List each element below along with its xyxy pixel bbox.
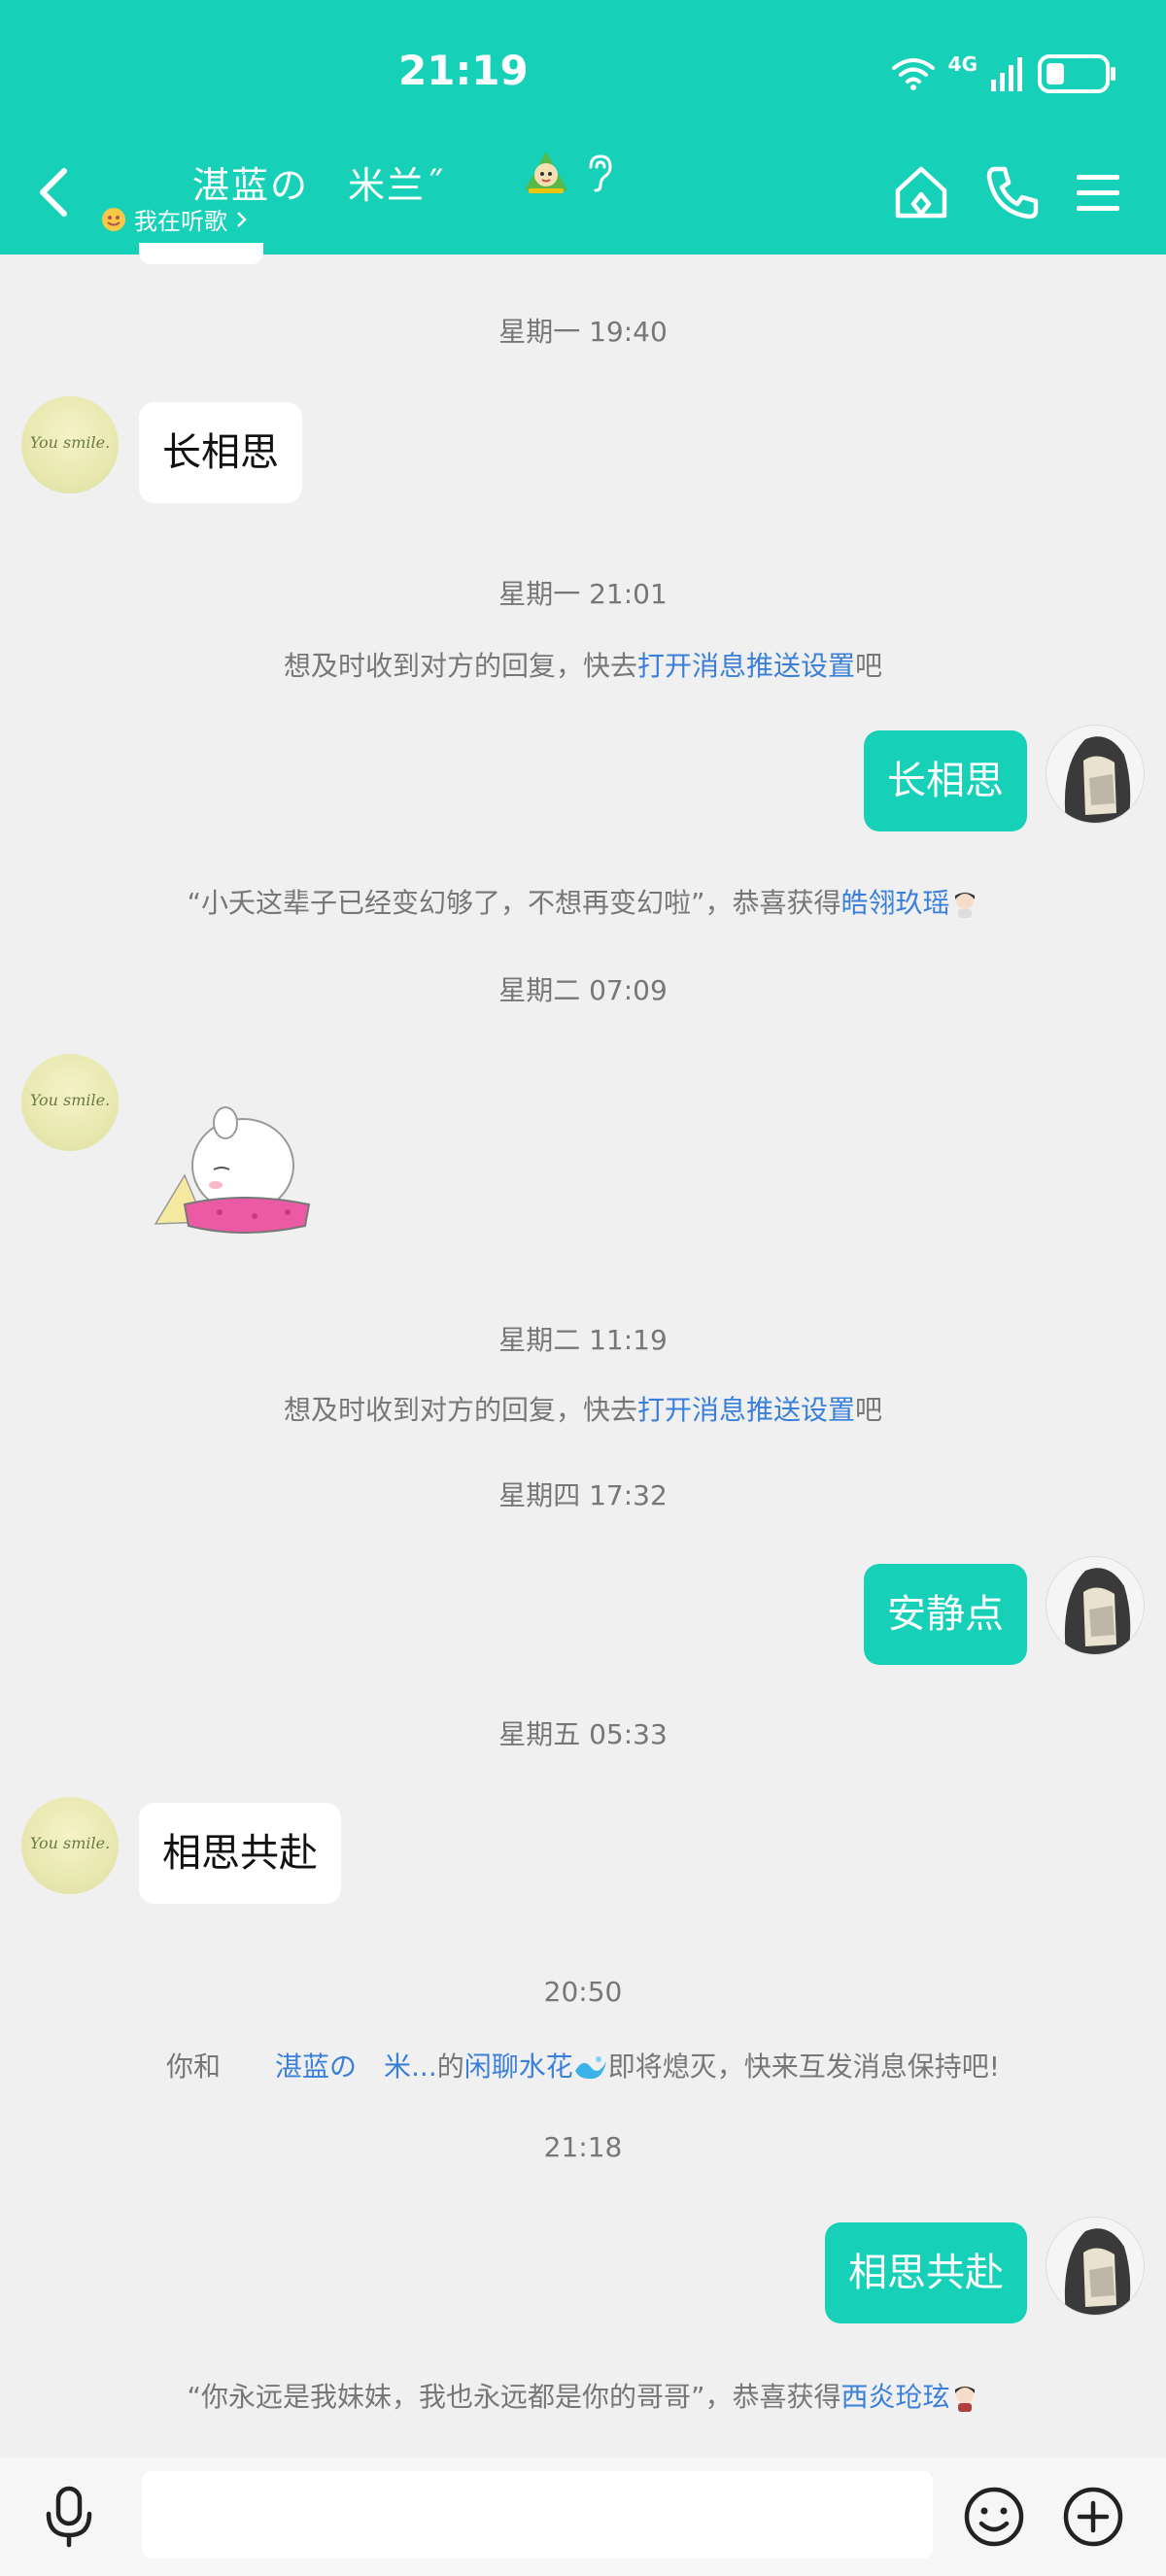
my-avatar[interactable] bbox=[1046, 725, 1145, 824]
message-bubble[interactable]: 长相思 bbox=[864, 730, 1027, 831]
input-bar bbox=[0, 2457, 1166, 2576]
push-settings-link[interactable]: 打开消息推送设置 bbox=[637, 650, 855, 682]
hearing-icon bbox=[589, 154, 612, 192]
system-notice: 想及时收到对方的回复，快去打开消息推送设置吧 bbox=[0, 1389, 1166, 1428]
timestamp: 星期五 05:33 bbox=[498, 1718, 668, 1750]
title-link[interactable]: 西炎玱玹 bbox=[841, 2381, 950, 2413]
emoji-icon[interactable] bbox=[962, 2485, 1026, 2549]
timestamp: 星期四 17:32 bbox=[498, 1479, 668, 1511]
contact-avatar[interactable]: You smile. bbox=[21, 1054, 119, 1151]
message-bubble[interactable]: 安静点 bbox=[864, 1564, 1027, 1665]
mic-icon[interactable] bbox=[37, 2485, 101, 2549]
contact-name-link[interactable]: 湛蓝の 米... bbox=[275, 2051, 437, 2083]
achievement-notice: “小夭这辈子已经变幻够了，不想再变幻啦”，恭喜获得皓翎玖瑶 bbox=[0, 882, 1166, 921]
back-arrow-icon[interactable] bbox=[27, 163, 82, 221]
plus-icon[interactable] bbox=[1061, 2485, 1125, 2549]
notice-text: “你永远是我妹妹，我也永远都是你的哥哥”，恭喜获得 bbox=[187, 2381, 841, 2413]
anime-girl-avatar-image bbox=[1064, 736, 1131, 823]
anime-girl-avatar-image bbox=[1064, 1568, 1131, 1654]
timestamp: 星期二 11:19 bbox=[498, 1324, 668, 1356]
avatar-text: You smile. bbox=[29, 433, 111, 452]
achievement-notice: “你永远是我妹妹，我也永远都是你的哥哥”，恭喜获得西炎玱玹 bbox=[0, 2376, 1166, 2415]
battery-icon bbox=[1038, 54, 1115, 93]
push-settings-link[interactable]: 打开消息推送设置 bbox=[637, 1394, 855, 1426]
previous-bubble-edge bbox=[139, 243, 263, 264]
chat-header: 21:19 4G 湛蓝の 米兰˝ 我在听歌 bbox=[0, 0, 1166, 254]
status-icons: 4G bbox=[891, 52, 1117, 93]
signal-icon bbox=[991, 57, 1022, 91]
chat-splash-link[interactable]: 闲聊水花 bbox=[464, 2051, 573, 2083]
notice-text: “小夭这辈子已经变幻够了，不想再变幻啦”，恭喜获得 bbox=[187, 887, 841, 919]
my-avatar[interactable] bbox=[1046, 1556, 1145, 1655]
anime-girl-avatar-image bbox=[1064, 2228, 1131, 2315]
timestamp: 星期一 19:40 bbox=[498, 316, 668, 348]
home-icon[interactable] bbox=[892, 163, 950, 221]
listening-status[interactable]: 我在听歌 bbox=[101, 202, 249, 236]
zongzi-badge-icon bbox=[525, 152, 567, 193]
title-link[interactable]: 皓翎玖瑶 bbox=[841, 887, 950, 919]
message-bubble[interactable]: 相思共赴 bbox=[825, 2222, 1027, 2323]
notice-text: 即将熄灭，快来互发消息保持吧! bbox=[607, 2051, 1000, 2083]
message-input[interactable] bbox=[142, 2471, 933, 2559]
chibi-character-icon bbox=[954, 2386, 975, 2412]
smiley-icon bbox=[102, 207, 125, 231]
notice-text: 你和 bbox=[166, 2051, 276, 2083]
notice-text: 想及时收到对方的回复，快去 bbox=[283, 1394, 637, 1426]
notice-text: 吧 bbox=[855, 650, 883, 682]
title-badges bbox=[521, 148, 614, 198]
sticker-sleeping-bunny[interactable] bbox=[146, 1098, 340, 1253]
contact-avatar[interactable]: You smile. bbox=[21, 396, 119, 493]
wifi-icon bbox=[891, 58, 935, 90]
notice-text: 的 bbox=[436, 2051, 464, 2083]
menu-icon[interactable] bbox=[1069, 163, 1127, 221]
timestamp: 21:18 bbox=[543, 2131, 623, 2163]
timestamp: 星期二 07:09 bbox=[498, 974, 668, 1006]
timestamp: 星期一 21:01 bbox=[498, 578, 668, 610]
message-bubble[interactable]: 相思共赴 bbox=[139, 1803, 341, 1904]
chat-title[interactable]: 湛蓝の 米兰˝ bbox=[192, 155, 446, 209]
streak-notice: 你和 湛蓝の 米...的闲聊水花 即将熄灭，快来互发消息保持吧! bbox=[0, 2046, 1166, 2085]
notice-text: 吧 bbox=[855, 1394, 883, 1426]
listening-status-text: 我在听歌 bbox=[134, 208, 227, 235]
contact-avatar[interactable]: You smile. bbox=[21, 1797, 119, 1894]
avatar-text: You smile. bbox=[29, 1091, 111, 1109]
my-avatar[interactable] bbox=[1046, 2217, 1145, 2316]
phone-icon[interactable] bbox=[981, 163, 1040, 221]
status-time: 21:19 bbox=[398, 47, 529, 94]
system-notice: 想及时收到对方的回复，快去打开消息推送设置吧 bbox=[0, 645, 1166, 684]
avatar-text: You smile. bbox=[29, 1834, 111, 1852]
network-label: 4G bbox=[947, 52, 977, 76]
notice-text: 想及时收到对方的回复，快去 bbox=[283, 650, 637, 682]
chevron-right-icon bbox=[237, 211, 247, 227]
message-bubble[interactable]: 长相思 bbox=[139, 402, 302, 503]
timestamp: 20:50 bbox=[543, 1976, 623, 2008]
water-splash-icon bbox=[574, 2056, 606, 2080]
chibi-character-icon bbox=[954, 892, 975, 918]
